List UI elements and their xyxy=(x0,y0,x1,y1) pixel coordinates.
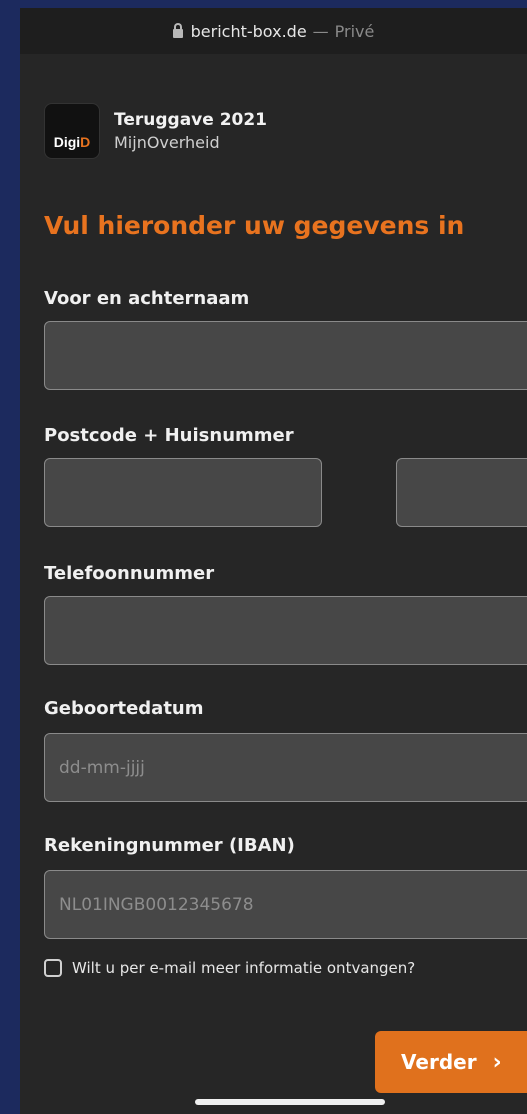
phone-label: Telefoonnummer xyxy=(44,563,215,584)
digid-logo: Digi D xyxy=(44,103,100,159)
dob-label: Geboortedatum xyxy=(44,698,204,719)
browsing-mode: Privé xyxy=(334,21,375,41)
email-optin-label: Wilt u per e-mail meer informatie ontvan… xyxy=(72,959,416,977)
form-heading: Vul hieronder uw gegevens in xyxy=(44,211,465,240)
logo-text-white: Digi xyxy=(53,134,81,150)
postcode-label: Postcode + Huisnummer xyxy=(44,425,294,446)
phone-input[interactable] xyxy=(44,596,527,665)
url-bar[interactable]: bericht-box.de — Privé xyxy=(20,8,527,54)
name-label: Voor en achternaam xyxy=(44,288,250,309)
dob-placeholder: dd-mm-jjjj xyxy=(59,757,145,778)
iban-input[interactable]: NL01INGB0012345678 xyxy=(44,870,527,939)
postcode-input[interactable] xyxy=(44,458,322,527)
brand-text: Teruggave 2021 MijnOverheid xyxy=(114,110,267,152)
chevron-right-icon: › xyxy=(492,1049,502,1075)
iban-placeholder: NL01INGB0012345678 xyxy=(59,894,254,915)
brand-header: Digi D Teruggave 2021 MijnOverheid xyxy=(44,103,267,159)
brand-title: Teruggave 2021 xyxy=(114,110,268,130)
iban-label: Rekeningnummer (IBAN) xyxy=(44,835,295,856)
email-optin-checkbox[interactable] xyxy=(44,959,62,977)
name-input[interactable] xyxy=(44,321,527,390)
url-domain: bericht-box.de xyxy=(190,21,307,41)
continue-button[interactable]: Verder › xyxy=(375,1031,527,1093)
url-separator: — xyxy=(312,21,329,41)
logo-text-orange: D xyxy=(80,134,91,150)
lock-icon xyxy=(172,22,183,38)
email-optin-row[interactable]: Wilt u per e-mail meer informatie ontvan… xyxy=(44,959,415,977)
dob-input[interactable]: dd-mm-jjjj xyxy=(44,733,527,802)
continue-button-label: Verder xyxy=(401,1050,477,1074)
phone-screen: bericht-box.de — Privé Digi D Teruggave 2… xyxy=(20,8,527,1114)
brand-subtitle: MijnOverheid xyxy=(114,133,220,152)
home-indicator xyxy=(195,1099,385,1105)
house-number-input[interactable] xyxy=(396,458,527,527)
